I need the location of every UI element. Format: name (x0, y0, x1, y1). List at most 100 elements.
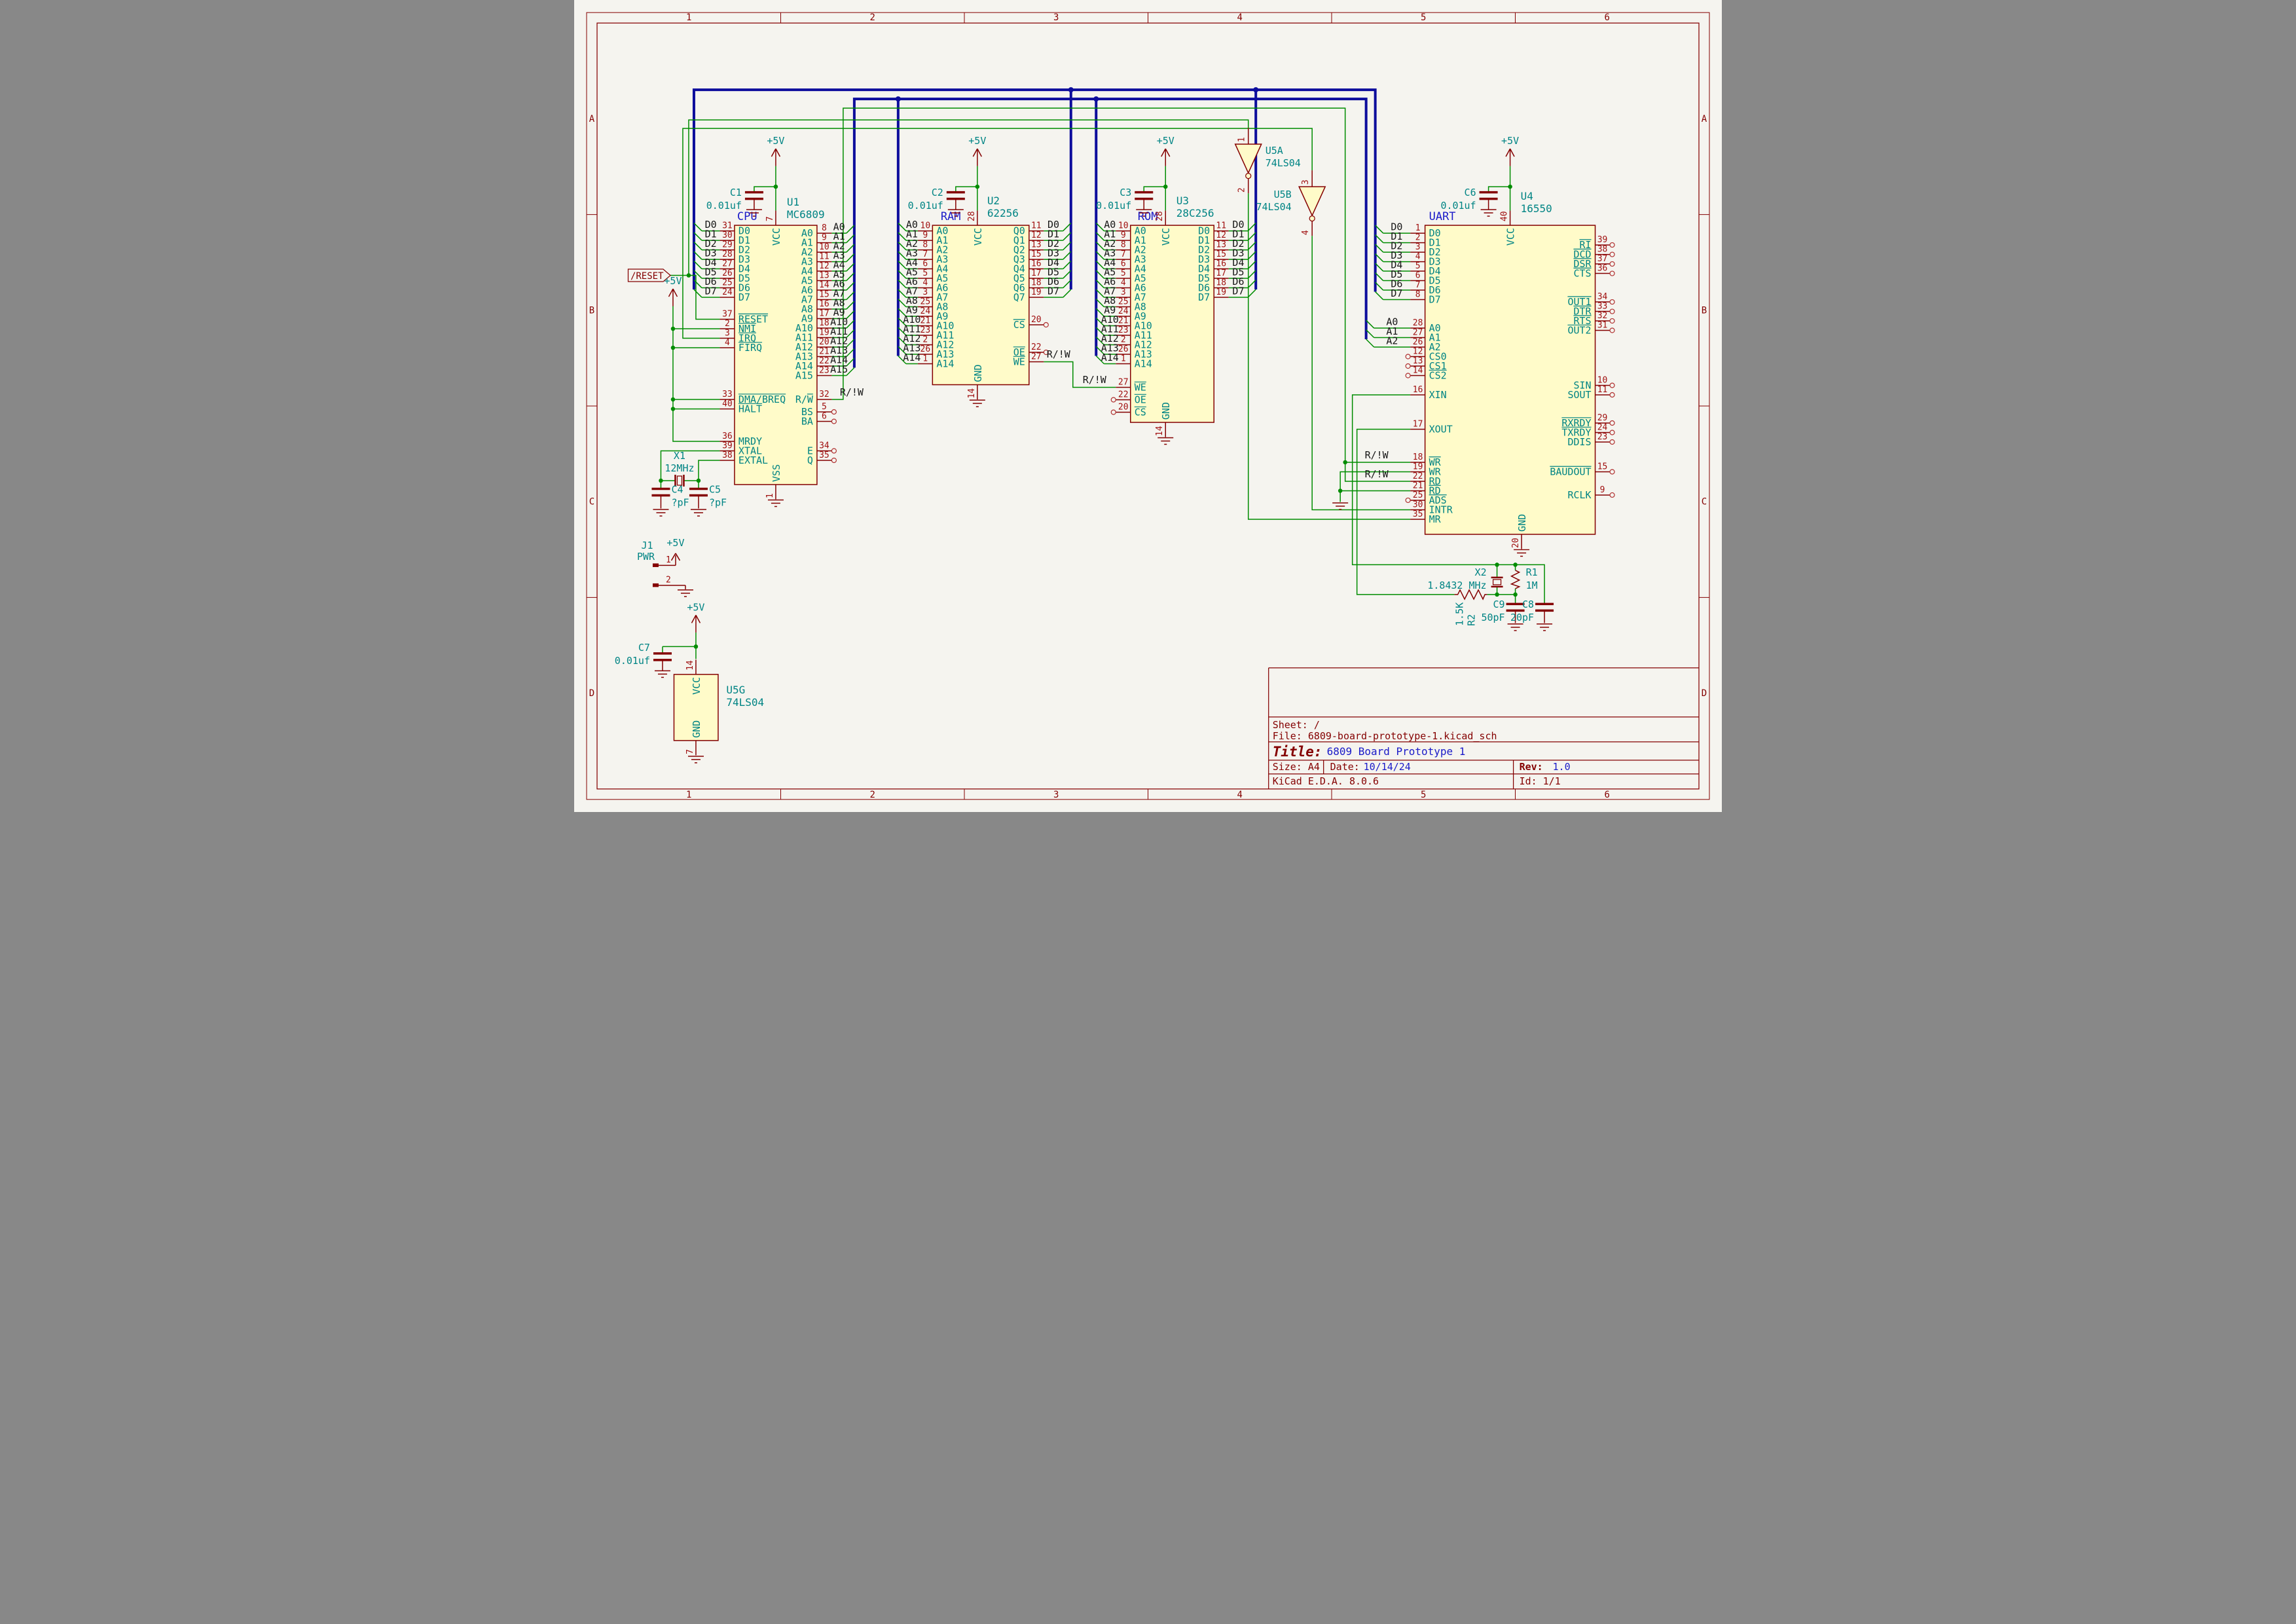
net-label-D7[interactable]: D7 (705, 286, 717, 297)
ref-label-C9[interactable]: C9 (1493, 599, 1505, 610)
svg-text:R/!W[interactable]: R/!W (1365, 468, 1389, 480)
junction-dot[interactable] (1513, 563, 1517, 566)
wire[interactable] (673, 306, 720, 441)
power-symbol[interactable] (973, 149, 977, 157)
net-label-D7[interactable]: D7 (1391, 287, 1402, 299)
junction-dot[interactable] (975, 185, 979, 189)
net-label-A14[interactable]: A14 (1101, 352, 1119, 363)
net-label-rw[interactable]: R/!W (840, 386, 864, 398)
power-symbol[interactable] (1510, 149, 1514, 157)
net-label-A15[interactable]: A15 (830, 363, 848, 375)
svg-text:?pF[interactable]: ?pF (709, 496, 727, 508)
value-label[interactable]: 0.01uf (1440, 200, 1476, 212)
svg-text:+5V[interactable]: +5V (767, 135, 784, 147)
power-label[interactable]: +5V (767, 135, 784, 147)
svg-text:D7[interactable]: D7 (1391, 287, 1402, 299)
svg-text:16550[interactable]: 16550 (1521, 202, 1552, 215)
power-symbol[interactable] (673, 289, 677, 297)
svg-text:1M[interactable]: 1M (1526, 580, 1538, 591)
component-U4[interactable] (1425, 225, 1595, 534)
svg-text:12MHz[interactable]: 12MHz (665, 462, 694, 474)
svg-text:62256[interactable]: 62256 (987, 207, 1019, 219)
value-label-R2[interactable]: 1.5K (1454, 602, 1466, 626)
svg-text:D7[interactable]: D7 (1232, 286, 1244, 297)
power-symbol[interactable] (1506, 149, 1510, 157)
ref-label[interactable]: C7 (638, 642, 650, 654)
power-symbol[interactable] (676, 553, 680, 561)
value-label-U2[interactable]: 62256 (987, 207, 1019, 219)
svg-text:C2[interactable]: C2 (932, 187, 943, 198)
svg-text:+5V[interactable]: +5V (1157, 135, 1175, 147)
value-label-U1[interactable]: MC6809 (787, 208, 825, 221)
svg-text:C1[interactable]: C1 (730, 187, 742, 198)
svg-text:RAM[interactable]: RAM (941, 210, 961, 223)
junction-dot[interactable] (1495, 563, 1499, 566)
value-label[interactable]: 0.01uf (1096, 200, 1131, 212)
ref-label-X1[interactable]: X1 (674, 450, 685, 462)
net-label-rw[interactable]: R/!W (1047, 348, 1071, 360)
svg-text:U1[interactable]: U1 (787, 196, 799, 208)
svg-text:20pF[interactable]: 20pF (1510, 612, 1534, 623)
value-label-X1[interactable]: 12MHz (665, 462, 694, 474)
svg-text:A14[interactable]: A14 (903, 352, 920, 363)
svg-text:C4[interactable]: C4 (671, 483, 683, 495)
value-label-J1[interactable]: PWR (637, 551, 655, 563)
power-symbol[interactable] (771, 149, 775, 157)
power-label[interactable]: +5V (666, 537, 684, 549)
svg-text:A14[interactable]: A14 (1101, 352, 1119, 363)
value-label-X2[interactable]: 1.8432 MHz (1427, 580, 1486, 591)
junction-dot[interactable] (774, 185, 778, 189)
connector-pad[interactable] (653, 563, 659, 566)
svg-text:C8[interactable]: C8 (1522, 599, 1534, 610)
value-label-C9[interactable]: 50pF (1481, 612, 1504, 623)
junction-dot[interactable] (1495, 593, 1499, 597)
svg-text:0.01uf[interactable]: 0.01uf (706, 200, 742, 212)
value-label[interactable]: 0.01uf (706, 200, 742, 212)
power-label[interactable]: +5V (664, 275, 682, 287)
crystal-X2[interactable] (1493, 580, 1501, 585)
bus-entry[interactable] (1248, 289, 1256, 297)
svg-text:0.01uf[interactable]: 0.01uf (1440, 200, 1476, 212)
ref-label-U5B[interactable]: U5B (1274, 189, 1292, 200)
junction-dot[interactable] (659, 479, 663, 483)
svg-text:C3[interactable]: C3 (1120, 187, 1131, 198)
chip-group-label[interactable]: UART (1429, 210, 1456, 223)
svg-text:X1[interactable]: X1 (674, 450, 685, 462)
svg-text:U5G[interactable]: U5G (726, 684, 745, 696)
value-label[interactable]: 0.01uf (908, 200, 943, 212)
junction-dot[interactable] (896, 96, 901, 101)
junction-dot[interactable] (1343, 460, 1347, 464)
power-symbol[interactable] (776, 149, 780, 157)
svg-text:R/!W[interactable]: R/!W (1365, 449, 1389, 461)
junction-dot[interactable] (1513, 593, 1517, 597)
svg-text:0.01uf[interactable]: 0.01uf (908, 200, 943, 212)
value-label-U5A[interactable]: 74LS04 (1266, 157, 1301, 169)
svg-text:C7[interactable]: C7 (638, 642, 650, 654)
net-label-D7[interactable]: D7 (1048, 286, 1059, 297)
net-label-A14[interactable]: A14 (903, 352, 920, 363)
power-label[interactable]: +5V (1501, 135, 1519, 147)
svg-text:1.8432 MHz[interactable]: 1.8432 MHz (1427, 580, 1486, 591)
junction-dot[interactable] (687, 273, 691, 277)
svg-text:J1[interactable]: J1 (641, 540, 653, 551)
junction-dot[interactable] (694, 644, 698, 648)
value-label-U5G[interactable]: 74LS04 (726, 696, 764, 709)
ref-label-C5[interactable]: C5 (709, 483, 721, 495)
svg-text:UART[interactable]: UART (1429, 210, 1456, 223)
svg-text:R/!W[interactable]: R/!W (840, 386, 864, 398)
svg-text:C5[interactable]: C5 (709, 483, 721, 495)
svg-text:C9[interactable]: C9 (1493, 599, 1505, 610)
svg-text:0.01uf[interactable]: 0.01uf (615, 655, 650, 667)
junction-dot[interactable] (1338, 489, 1342, 492)
power-symbol[interactable] (671, 553, 675, 561)
junction-dot[interactable] (1253, 87, 1258, 92)
svg-text:U4[interactable]: U4 (1521, 190, 1533, 202)
svg-text:?pF[interactable]: ?pF (671, 496, 689, 508)
chip-group-label[interactable]: RAM (941, 210, 961, 223)
power-symbol[interactable] (691, 615, 695, 623)
junction-dot[interactable] (1163, 185, 1167, 189)
power-symbol[interactable] (668, 289, 672, 297)
ref-label-U5G[interactable]: U5G (726, 684, 745, 696)
svg-text:R2[interactable]: R2 (1466, 614, 1478, 626)
ref-label-R2[interactable]: R2 (1466, 614, 1478, 626)
